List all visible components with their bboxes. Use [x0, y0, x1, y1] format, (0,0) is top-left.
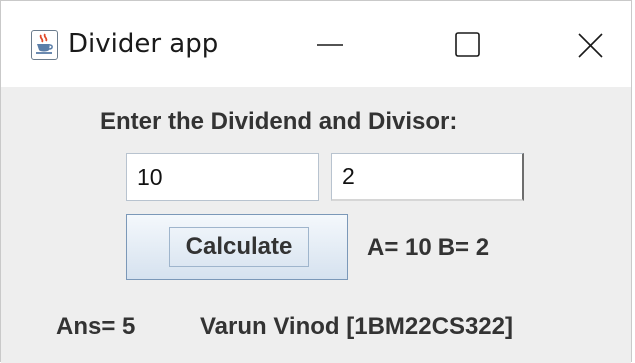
answer-label: Ans= 5	[56, 313, 136, 340]
maximize-button[interactable]	[422, 1, 502, 87]
calculate-button[interactable]: Calculate	[126, 214, 348, 280]
minimize-icon	[317, 44, 343, 46]
instruction-heading: Enter the Dividend and Divisor:	[100, 108, 458, 135]
author-label: Varun Vinod [1BM22CS322]	[200, 313, 513, 340]
calculate-button-label: Calculate	[169, 227, 309, 267]
title-bar[interactable]: Divider app	[1, 1, 631, 87]
divisor-input[interactable]	[331, 153, 524, 201]
app-window: Divider app Enter the Dividend and Divis…	[0, 0, 632, 363]
a-value-label: A= 10	[367, 234, 432, 261]
java-cup-icon[interactable]	[31, 30, 58, 60]
window-title: Divider app	[68, 29, 219, 59]
close-button[interactable]	[549, 1, 629, 87]
maximize-icon	[455, 32, 480, 57]
content-panel: Enter the Dividend and Divisor: Calculat…	[1, 87, 631, 363]
minimize-button[interactable]	[291, 1, 371, 87]
operands-label: A= 10 B= 2	[367, 233, 489, 263]
close-icon	[578, 33, 603, 58]
b-value-label: B= 2	[437, 234, 490, 261]
dividend-input[interactable]	[126, 153, 319, 201]
